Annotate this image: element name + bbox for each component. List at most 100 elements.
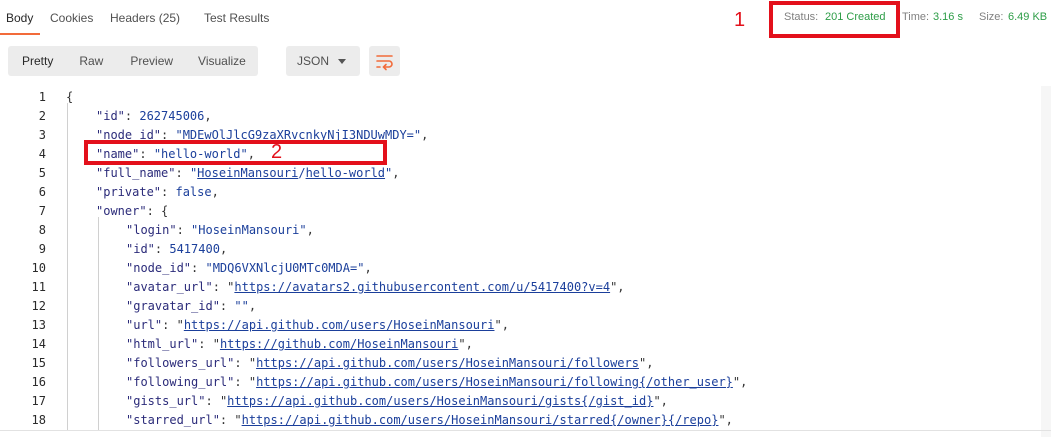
line-number: 3	[38, 128, 46, 142]
raw-button[interactable]: Raw	[67, 46, 117, 76]
code-text: "login": "HoseinMansouri",	[126, 223, 314, 237]
visualize-button[interactable]: Visualize	[185, 46, 258, 76]
json-key: "avatar_url"	[126, 280, 213, 294]
code-text: "starred_url": "https://api.github.com/u…	[126, 413, 733, 427]
line-number: 12	[31, 299, 46, 313]
line-number: 10	[31, 261, 46, 275]
json-link[interactable]: https://api.github.com/users/HoseinManso…	[256, 375, 733, 389]
code-line: 12 "gravatar_id": "",	[0, 297, 1040, 316]
brace: {	[66, 90, 74, 104]
code-text: "id": 5417400,	[126, 242, 228, 256]
json-value: 5417400	[169, 242, 220, 256]
view-mode-group: Pretty Raw Preview Visualize	[8, 46, 258, 76]
code-line: 5 "full_name": "HoseinMansouri/hello-worl…	[0, 164, 1040, 183]
code-line: 6 "private": false,	[0, 183, 1040, 202]
line-number: 13	[31, 318, 46, 332]
json-key: "gists_url"	[126, 394, 206, 408]
pretty-button[interactable]: Pretty	[8, 46, 67, 76]
line-number: 4	[38, 147, 46, 161]
line-number: 17	[31, 394, 46, 408]
code-text: "full_name": "HoseinMansouri/hello-world…	[96, 166, 400, 180]
format-select-value: JSON	[297, 54, 330, 68]
json-key: "html_url"	[126, 337, 199, 351]
code-text: "gists_url": "https://api.github.com/use…	[126, 394, 668, 408]
code-text: "node_id": "MDQ6VXNlcjU0MTc0MDA=",	[126, 261, 372, 275]
code-text: "html_url": "https://github.com/HoseinMa…	[126, 337, 473, 351]
code-line: 18 "starred_url": "https://api.github.com…	[0, 411, 1040, 430]
json-link[interactable]: https://api.github.com/users/HoseinManso…	[184, 318, 495, 332]
json-key: "full_name"	[96, 166, 176, 180]
tab-cookies[interactable]: Cookies	[50, 11, 93, 25]
json-link[interactable]: https://github.com/HoseinMansouri	[220, 337, 458, 351]
code-line: 13 "url": "https://api.github.com/users/H…	[0, 316, 1040, 335]
annotation-number-2: 2	[271, 141, 283, 163]
json-link[interactable]: https://api.github.com/users/HoseinManso…	[242, 413, 719, 427]
code-text: "gravatar_id": "",	[126, 299, 257, 313]
code-line: 17 "gists_url": "https://api.github.com/u…	[0, 392, 1040, 411]
json-link[interactable]: HoseinMansouri	[197, 166, 298, 180]
chevron-down-icon	[338, 59, 346, 64]
code-text: "owner": {	[96, 204, 169, 218]
line-number: 7	[38, 204, 46, 218]
json-key: "starred_url"	[126, 413, 220, 427]
annotation-number-1: 1	[734, 9, 746, 31]
time-value[interactable]: 3.16 s	[933, 11, 963, 23]
line-number: 14	[31, 337, 46, 351]
json-value: false	[175, 185, 212, 199]
annotation-box-name	[84, 140, 387, 165]
code-text: "id": 262745006,	[96, 109, 212, 123]
format-select[interactable]: JSON	[286, 46, 360, 76]
json-key: "id"	[96, 109, 125, 123]
json-key: "followers_url"	[126, 356, 235, 370]
tab-body[interactable]: Body	[6, 11, 33, 25]
code-line: 7 "owner": {	[0, 202, 1040, 221]
json-link[interactable]: hello-world	[306, 166, 385, 180]
json-link[interactable]: https://api.github.com/users/HoseinManso…	[227, 394, 653, 408]
line-number: 8	[38, 223, 46, 237]
json-key: "url"	[126, 318, 163, 332]
tab-headers[interactable]: Headers (25)	[110, 11, 180, 25]
wrap-lines-button[interactable]	[369, 46, 400, 76]
json-value: "MDQ6VXNlcjU0MTc0MDA="	[205, 261, 365, 275]
line-number: 2	[38, 109, 46, 123]
indent-guide	[67, 103, 68, 430]
code-line: 9 "id": 5417400,	[0, 240, 1040, 259]
json-key: "login"	[126, 223, 177, 237]
code-line: 1{	[0, 88, 1040, 107]
code-text: "following_url": "https://api.github.com…	[126, 375, 748, 389]
json-value: "HoseinMansouri"	[191, 223, 307, 237]
code-line: 10 "node_id": "MDQ6VXNlcjU0MTc0MDA=",	[0, 259, 1040, 278]
line-number: 1	[38, 90, 46, 104]
brace: {	[161, 204, 169, 218]
code-line: 16 "following_url": "https://api.github.c…	[0, 373, 1040, 392]
slash: /	[298, 166, 306, 180]
json-key: "private"	[96, 185, 162, 199]
code-text: "private": false,	[96, 185, 219, 199]
code-text: "followers_url": "https://api.github.com…	[126, 356, 654, 370]
tab-test-results[interactable]: Test Results	[204, 11, 269, 25]
status-value[interactable]: 201 Created	[825, 11, 886, 23]
json-link[interactable]: https://avatars2.githubusercontent.com/u…	[234, 280, 610, 294]
json-link[interactable]: https://api.github.com/users/HoseinManso…	[256, 356, 639, 370]
code-line: 2 "id": 262745006,	[0, 107, 1040, 126]
code-line: 11 "avatar_url": "https://avatars2.github…	[0, 278, 1040, 297]
json-key: "owner"	[96, 204, 147, 218]
response-tab-bar: Body Cookies Headers (25) Test Results 1…	[0, 0, 1051, 38]
code-text: "url": "https://api.github.com/users/Hos…	[126, 318, 509, 332]
response-body-code[interactable]: 1{2 "id": 262745006, 3 "node_id": "MDEwOlJl…	[0, 86, 1051, 437]
divider	[0, 430, 1051, 431]
code-line: 8 "login": "HoseinMansouri",	[0, 221, 1040, 240]
json-key: "following_url"	[126, 375, 235, 389]
preview-button[interactable]: Preview	[117, 46, 185, 76]
scrollbar[interactable]	[1041, 86, 1051, 437]
line-number: 6	[38, 185, 46, 199]
code-text: "avatar_url": "https://avatars2.githubus…	[126, 280, 625, 294]
json-key: "node_id"	[126, 261, 192, 275]
line-number: 11	[31, 280, 46, 294]
json-value: 262745006	[139, 109, 205, 123]
active-tab-indicator	[0, 33, 40, 35]
size-value[interactable]: 6.49 KB	[1008, 11, 1047, 23]
size-label: Size:	[979, 11, 1004, 23]
status-label: Status:	[784, 11, 819, 23]
wrap-lines-icon	[376, 55, 393, 71]
